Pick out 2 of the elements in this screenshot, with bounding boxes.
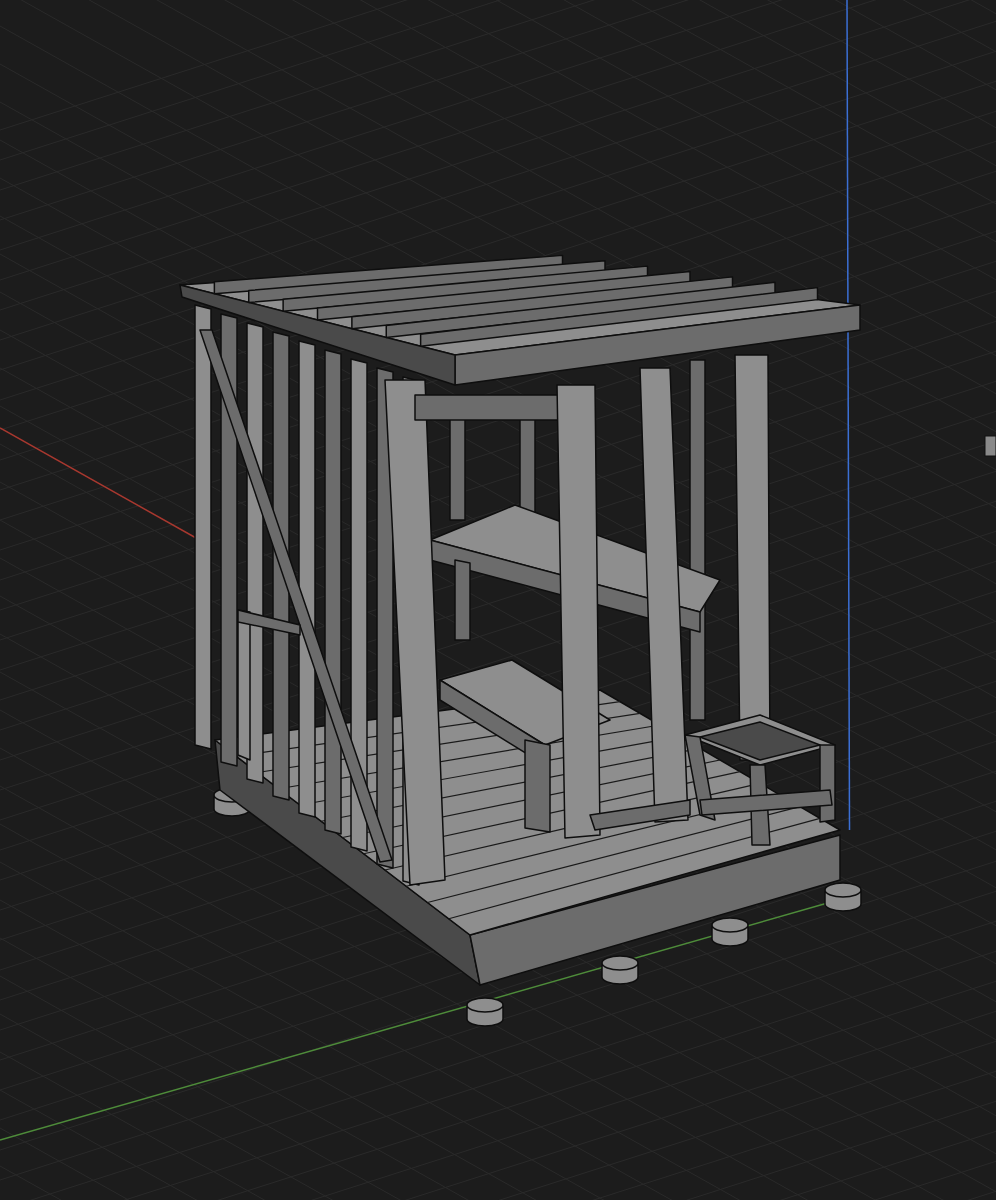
3d-viewport[interactable] (0, 0, 996, 1200)
partial-object-drawing (984, 435, 996, 457)
